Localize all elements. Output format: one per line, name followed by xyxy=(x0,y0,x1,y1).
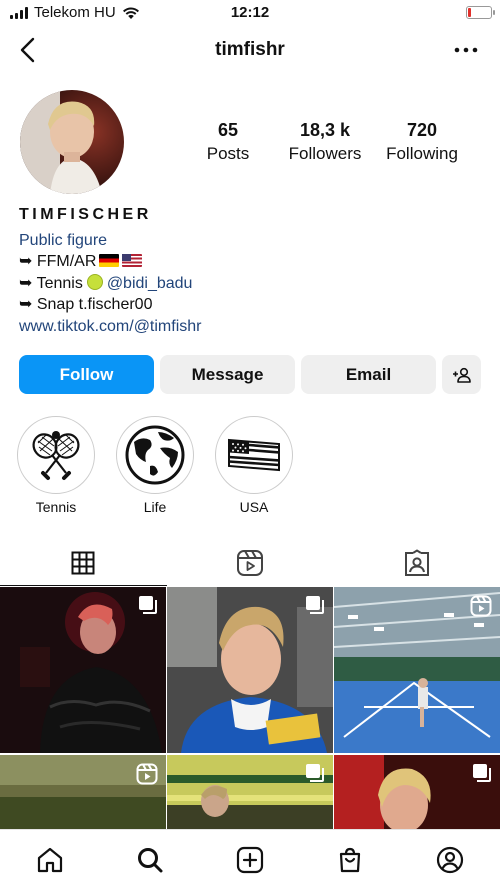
carousel-icon xyxy=(139,596,157,614)
profile-icon xyxy=(436,846,464,874)
highlight-tennis[interactable]: Tennis xyxy=(17,416,95,515)
us-flag-icon xyxy=(228,438,280,472)
profile-tabs xyxy=(0,540,500,586)
highlight-label: USA xyxy=(239,499,269,515)
carousel-icon xyxy=(473,764,491,782)
following-label: Following xyxy=(386,144,458,163)
tagged-icon xyxy=(404,549,429,576)
battery-icon xyxy=(466,6,495,19)
nav-create[interactable] xyxy=(234,844,266,876)
post-thumbnail[interactable] xyxy=(0,587,166,753)
following-stat[interactable]: 720 Following xyxy=(374,120,470,164)
reels-icon xyxy=(237,550,263,576)
highlight-label: Tennis xyxy=(35,499,77,515)
bio-line-tennis: ➥ Tennis @bidi_badu xyxy=(19,273,479,295)
carousel-icon xyxy=(306,764,324,782)
bio-line-location: ➥ FFM/AR xyxy=(19,251,479,273)
nav-profile[interactable] xyxy=(434,844,466,876)
message-button[interactable]: Message xyxy=(160,355,295,394)
posts-stat[interactable]: 65 Posts xyxy=(180,120,276,164)
globe-icon xyxy=(125,425,185,485)
profile-username: timfishr xyxy=(215,39,285,60)
bio-line-location-text: ➥ FFM/AR xyxy=(19,253,97,270)
post-thumbnail[interactable] xyxy=(334,587,500,753)
home-icon xyxy=(37,847,63,873)
profile-avatar[interactable] xyxy=(20,90,124,194)
profile-bio: TIMFISCHER Public figure ➥ FFM/AR ➥ Tenn… xyxy=(19,204,479,337)
nav-shop[interactable] xyxy=(334,844,366,876)
tab-reels[interactable] xyxy=(167,540,334,586)
posts-count: 65 xyxy=(217,120,239,140)
followers-stat[interactable]: 18,3 k Followers xyxy=(277,120,373,164)
followers-label: Followers xyxy=(288,144,362,163)
top-nav: timfishr xyxy=(0,30,500,70)
germany-flag-icon xyxy=(99,254,120,267)
bottom-navigation xyxy=(0,829,500,889)
profile-actions: Follow Message Email xyxy=(19,355,481,394)
search-icon xyxy=(138,848,163,873)
tennis-rackets-icon xyxy=(32,431,80,480)
clock: 12:12 xyxy=(230,4,270,21)
add-user-icon xyxy=(452,367,471,383)
category-label: Public figure xyxy=(19,231,108,249)
post-thumbnail[interactable] xyxy=(167,587,333,753)
more-options-icon[interactable] xyxy=(452,38,480,62)
carousel-icon xyxy=(306,596,324,614)
status-bar: Telekom HU 12:12 xyxy=(0,0,500,26)
highlight-life[interactable]: Life xyxy=(116,416,194,515)
reel-icon xyxy=(470,595,492,617)
follow-button[interactable]: Follow xyxy=(19,355,154,394)
display-name: TIMFISCHER xyxy=(19,206,152,223)
highlight-label: Life xyxy=(143,499,167,515)
us-flag-icon xyxy=(122,254,143,267)
bio-line-snap: ➥ Snap t.fischer00 xyxy=(19,296,153,313)
highlight-ring xyxy=(17,416,95,494)
website-link[interactable]: www.tiktok.com/@timfishr xyxy=(19,316,479,338)
profile-stats: 65 Posts 18,3 k Followers 720 Following xyxy=(180,120,470,164)
suggested-users-button[interactable] xyxy=(442,355,481,394)
highlight-usa[interactable]: USA xyxy=(215,416,293,515)
highlight-ring xyxy=(116,416,194,494)
posts-grid-icon xyxy=(71,551,95,575)
shop-icon xyxy=(339,847,361,873)
tab-posts[interactable] xyxy=(0,540,167,586)
mention-link[interactable]: @bidi_badu xyxy=(107,275,193,292)
followers-count: 18,3 k xyxy=(299,120,351,140)
bio-line-tennis-text: ➥ Tennis xyxy=(19,274,83,292)
email-button[interactable]: Email xyxy=(301,355,436,394)
story-highlights: Tennis Life USA xyxy=(17,416,293,515)
nav-home[interactable] xyxy=(34,844,66,876)
highlight-ring xyxy=(215,416,293,494)
following-count: 720 xyxy=(406,120,438,140)
reel-icon xyxy=(136,763,158,785)
tennis-ball-icon xyxy=(86,273,103,290)
tab-tagged[interactable] xyxy=(333,540,500,586)
nav-search[interactable] xyxy=(134,844,166,876)
posts-label: Posts xyxy=(206,144,250,163)
create-icon xyxy=(236,846,264,874)
